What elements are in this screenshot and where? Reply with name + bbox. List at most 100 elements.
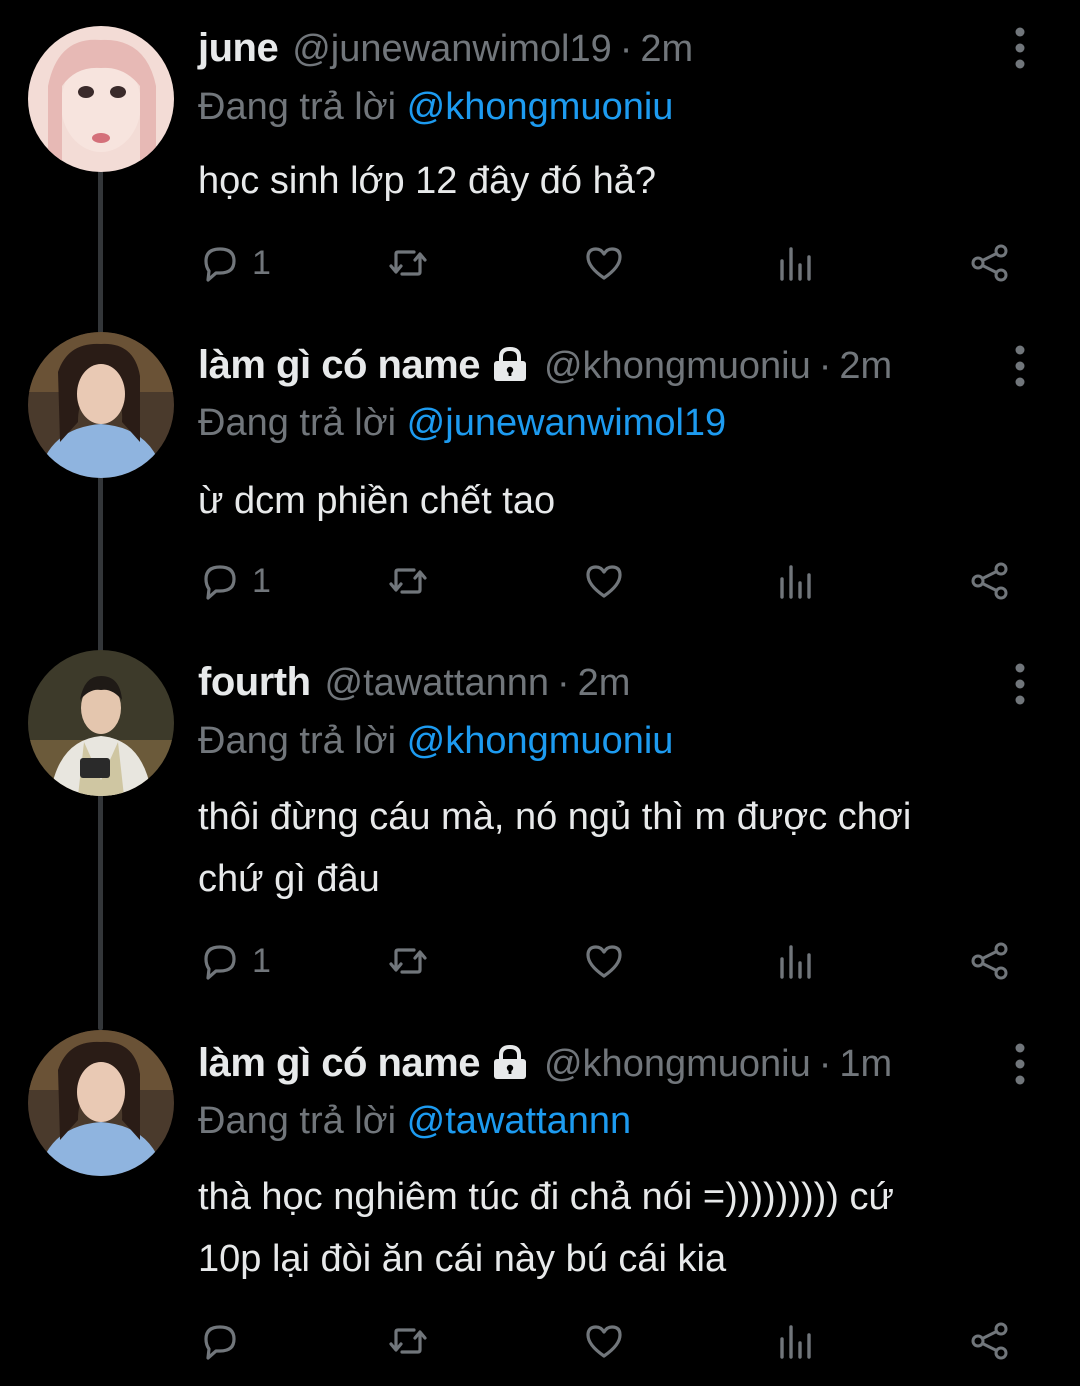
separator: · bbox=[818, 345, 832, 387]
timestamp[interactable]: 1m bbox=[839, 1043, 892, 1086]
share-button[interactable] bbox=[968, 556, 1012, 606]
lock-icon bbox=[490, 1044, 530, 1080]
reply-icon bbox=[204, 1325, 236, 1360]
handle[interactable]: @khongmuoniu bbox=[544, 1043, 811, 1086]
retweet-icon bbox=[389, 250, 427, 276]
more-options-button[interactable] bbox=[1008, 26, 1032, 70]
views-button[interactable] bbox=[774, 1316, 818, 1366]
tweet-text: thôi đừng cáu mà, nó ngủ thì m được chơi… bbox=[198, 786, 1000, 910]
reply-button[interactable]: 1 bbox=[198, 936, 271, 986]
replying-prefix: Đang trả lời bbox=[198, 1100, 397, 1142]
display-name[interactable]: fourth bbox=[198, 660, 311, 705]
more-options-button[interactable] bbox=[1008, 662, 1032, 706]
tweet-header: june @junewanwimol19 · 2m bbox=[198, 26, 1000, 82]
reply-button[interactable] bbox=[198, 1316, 252, 1366]
tweet-text-line: 10p lại đòi ăn cái này bú cái kia bbox=[198, 1238, 727, 1280]
replying-to: Đang trả lời @tawattannn bbox=[198, 1096, 1000, 1146]
share-button[interactable] bbox=[968, 1316, 1012, 1366]
like-icon bbox=[586, 565, 622, 598]
timestamp[interactable]: 2m bbox=[640, 28, 693, 71]
like-icon bbox=[586, 1325, 622, 1358]
replying-prefix: Đang trả lời bbox=[198, 720, 397, 762]
display-name[interactable]: làm gì có name bbox=[198, 343, 480, 388]
handle[interactable]: @junewanwimol19 bbox=[292, 28, 612, 71]
like-icon bbox=[586, 247, 622, 280]
views-icon bbox=[780, 945, 811, 979]
avatar[interactable] bbox=[28, 1030, 174, 1176]
avatar-image bbox=[28, 332, 174, 478]
views-button[interactable] bbox=[774, 556, 818, 606]
tweet-actions bbox=[198, 1316, 1018, 1366]
more-options-button[interactable] bbox=[1008, 344, 1032, 388]
mention-link[interactable]: @khongmuoniu bbox=[407, 86, 674, 128]
share-icon bbox=[971, 562, 1008, 600]
mention-link[interactable]: @khongmuoniu bbox=[407, 720, 674, 762]
separator: · bbox=[818, 1043, 832, 1085]
reply-button[interactable]: 1 bbox=[198, 556, 271, 606]
share-button[interactable] bbox=[968, 936, 1012, 986]
like-button[interactable] bbox=[582, 1316, 626, 1366]
more-options-button[interactable] bbox=[1008, 1042, 1032, 1086]
lock-icon bbox=[490, 346, 530, 382]
views-icon bbox=[780, 247, 811, 281]
avatar-image bbox=[28, 26, 174, 172]
tweet-text-line: ừ dcm phiền chết tao bbox=[198, 480, 556, 522]
thread-line bbox=[98, 160, 103, 1030]
timestamp[interactable]: 2m bbox=[839, 345, 892, 388]
views-icon bbox=[780, 565, 811, 599]
timestamp[interactable]: 2m bbox=[578, 662, 631, 705]
more-icon bbox=[1015, 27, 1025, 69]
share-icon bbox=[971, 942, 1008, 980]
more-icon bbox=[1015, 345, 1025, 387]
avatar[interactable] bbox=[28, 650, 174, 796]
retweet-button[interactable] bbox=[386, 936, 430, 986]
tweet-text: học sinh lớp 12 đây đó hả? bbox=[198, 150, 1000, 212]
handle[interactable]: @khongmuoniu bbox=[544, 345, 811, 388]
retweet-button[interactable] bbox=[386, 238, 430, 288]
avatar[interactable] bbox=[28, 332, 174, 478]
handle[interactable]: @tawattannn bbox=[325, 662, 550, 705]
replying-to: Đang trả lời @khongmuoniu bbox=[198, 82, 1000, 132]
retweet-icon bbox=[389, 948, 427, 974]
mention-link[interactable]: @junewanwimol19 bbox=[407, 402, 727, 444]
retweet-icon bbox=[389, 568, 427, 594]
replying-to: Đang trả lời @khongmuoniu bbox=[198, 716, 1000, 766]
share-icon bbox=[971, 1322, 1008, 1360]
like-button[interactable] bbox=[582, 238, 626, 288]
tweet-text-line: chứ gì đâu bbox=[198, 858, 380, 900]
replying-prefix: Đang trả lời bbox=[198, 402, 397, 444]
like-icon bbox=[586, 945, 622, 978]
retweet-icon bbox=[389, 1328, 427, 1354]
tweet-text-line: học sinh lớp 12 đây đó hả? bbox=[198, 160, 657, 202]
tweet-header: làm gì có name @khongmuoniu · 2m bbox=[198, 342, 1000, 398]
mention-link[interactable]: @tawattannn bbox=[407, 1100, 632, 1142]
reply-count: 1 bbox=[252, 941, 271, 980]
reply-icon bbox=[204, 945, 236, 980]
tweet-text-line: thà học nghiêm túc đi chả nói =)))))))))… bbox=[198, 1176, 894, 1218]
like-button[interactable] bbox=[582, 936, 626, 986]
display-name[interactable]: làm gì có name bbox=[198, 1041, 480, 1086]
tweet-text-line: thôi đừng cáu mà, nó ngủ thì m được chơi bbox=[198, 796, 912, 838]
tweet-actions: 1 bbox=[198, 936, 1018, 986]
reply-button[interactable]: 1 bbox=[198, 238, 271, 288]
separator: · bbox=[557, 662, 570, 704]
avatar-image bbox=[28, 650, 174, 796]
retweet-button[interactable] bbox=[386, 1316, 430, 1366]
views-icon bbox=[780, 1325, 811, 1359]
display-name[interactable]: june bbox=[198, 26, 279, 71]
reply-count: 1 bbox=[252, 243, 271, 282]
tweet-text: thà học nghiêm túc đi chả nói =)))))))))… bbox=[198, 1166, 1000, 1290]
reply-count: 1 bbox=[252, 561, 271, 600]
views-button[interactable] bbox=[774, 238, 818, 288]
retweet-button[interactable] bbox=[386, 556, 430, 606]
share-icon bbox=[971, 244, 1008, 282]
tweet-header: làm gì có name @khongmuoniu · 1m bbox=[198, 1040, 1000, 1096]
share-button[interactable] bbox=[968, 238, 1012, 288]
tweet-text: ừ dcm phiền chết tao bbox=[198, 470, 1000, 532]
like-button[interactable] bbox=[582, 556, 626, 606]
separator: · bbox=[619, 28, 633, 70]
views-button[interactable] bbox=[774, 936, 818, 986]
avatar[interactable] bbox=[28, 26, 174, 172]
tweet-actions: 1 bbox=[198, 238, 1018, 288]
more-icon bbox=[1015, 663, 1025, 705]
